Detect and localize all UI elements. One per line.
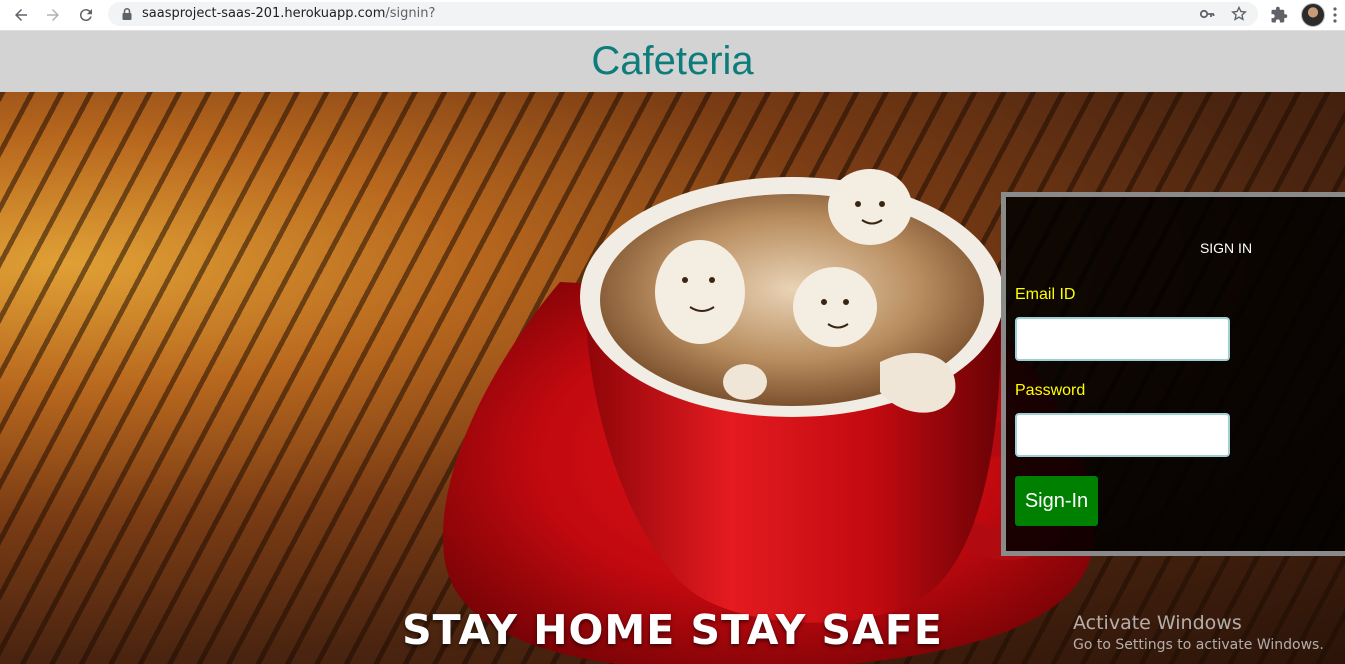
forward-arrow-icon[interactable] [41,3,65,27]
puzzle-icon[interactable] [1268,4,1290,26]
url-path: /signin? [385,6,436,21]
signin-heading: SIGN IN [1199,240,1253,256]
site-title: Cafeteria [591,39,754,83]
url-host: saasproject-saas-201.herokuapp.com [142,6,386,21]
kebab-menu-icon[interactable] [1328,4,1342,26]
password-field[interactable] [1015,413,1230,457]
site-header: Cafeteria [0,31,1345,92]
lock-icon [122,7,132,20]
reload-icon[interactable] [74,3,98,27]
address-bar[interactable]: saasproject-saas-201.herokuapp.com/signi… [108,2,1258,26]
avatar[interactable] [1301,3,1325,27]
windows-activation-watermark: Activate Windows Go to Settings to activ… [1073,612,1324,653]
bookmark-star-icon[interactable] [1231,6,1247,22]
browser-toolbar: saasproject-saas-201.herokuapp.com/signi… [0,0,1345,31]
key-icon[interactable] [1199,6,1215,22]
signin-form: SIGN IN Email ID Password Sign-In [1001,192,1345,556]
back-arrow-icon[interactable] [9,3,33,27]
email-field[interactable] [1015,317,1230,361]
password-label: Password [1015,382,1086,399]
url-text: saasproject-saas-201.herokuapp.com/signi… [142,6,435,21]
watermark-title: Activate Windows [1073,612,1242,634]
email-label: Email ID [1015,286,1076,303]
watermark-subtitle: Go to Settings to activate Windows. [1073,637,1324,653]
signin-button[interactable]: Sign-In [1015,476,1098,526]
hero-background: STAY HOME STAY SAFE Activate Windows Go … [0,92,1345,664]
